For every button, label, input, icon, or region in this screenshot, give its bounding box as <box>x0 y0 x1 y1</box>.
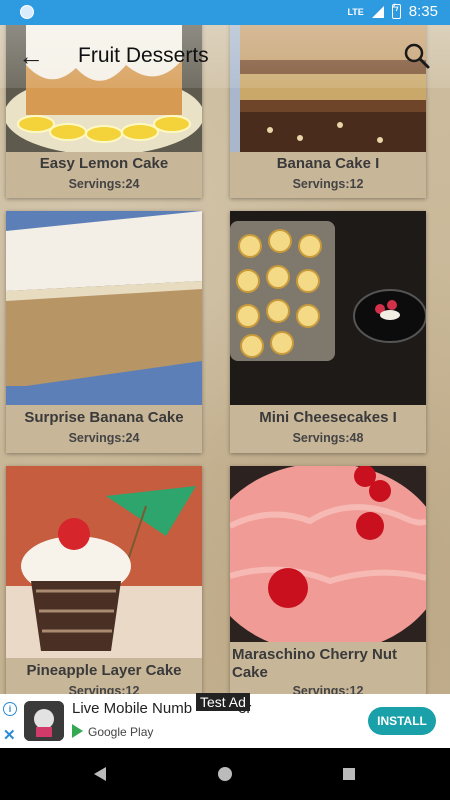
recipe-name: Mini Cheesecakes I <box>259 409 397 426</box>
install-button[interactable]: INSTALL <box>368 707 436 735</box>
page-title: Fruit Desserts <box>78 44 209 67</box>
back-arrow-icon[interactable]: ← <box>18 41 44 72</box>
recipe-name: Maraschino Cherry Nut Cake <box>232 646 398 681</box>
nav-recents-icon[interactable] <box>343 768 355 780</box>
recipe-name: Banana Cake I <box>276 155 380 172</box>
recipe-name: Pineapple Layer Cake <box>26 662 182 679</box>
recipe-servings: Servings:24 <box>68 431 140 445</box>
google-play-icon <box>72 724 83 738</box>
network-type: LTE <box>347 6 364 17</box>
recipe-card[interactable]: Maraschino Cherry Nut Cake Servings:12 <box>230 466 426 706</box>
nav-back-icon[interactable] <box>94 767 106 781</box>
recipe-photo <box>6 211 202 405</box>
ad-close-icon[interactable]: ✕ <box>3 726 16 744</box>
ad-store-label: Google Play <box>88 725 154 739</box>
notification-icon <box>20 5 34 19</box>
test-ad-badge: Test Ad <box>196 693 250 711</box>
battery-charging-icon <box>391 2 401 19</box>
ad-title-text: Live Mobile Numb <box>72 700 193 717</box>
clock: 8:35 <box>408 3 438 20</box>
status-bar: LTE 8:35 <box>0 0 450 25</box>
recipe-photo <box>230 466 426 642</box>
recipe-servings: Servings:24 <box>68 177 140 191</box>
ad-app-icon[interactable] <box>24 701 64 741</box>
nav-home-icon[interactable] <box>218 767 232 781</box>
recipe-photo <box>230 211 426 405</box>
recipe-servings: Servings:12 <box>292 177 364 191</box>
recipe-servings: Servings:48 <box>292 431 364 445</box>
recipe-card[interactable]: Mini Cheesecakes I Servings:48 <box>230 211 426 453</box>
search-icon[interactable] <box>404 43 430 69</box>
system-nav-bar <box>0 748 450 800</box>
recipe-card[interactable]: Pineapple Layer Cake Servings:12 <box>6 466 202 706</box>
ad-info-icon[interactable]: i <box>3 702 17 716</box>
ad-banner[interactable]: i ✕ Live Mobile Number Test Ad Google Pl… <box>0 693 450 748</box>
app-toolbar: ← Fruit Desserts <box>0 25 450 88</box>
recipe-name: Surprise Banana Cake <box>24 409 184 426</box>
signal-icon <box>371 5 384 18</box>
recipe-name: Easy Lemon Cake <box>39 155 169 172</box>
recipe-photo <box>6 466 202 658</box>
recipe-card[interactable]: Surprise Banana Cake Servings:24 <box>6 211 202 453</box>
